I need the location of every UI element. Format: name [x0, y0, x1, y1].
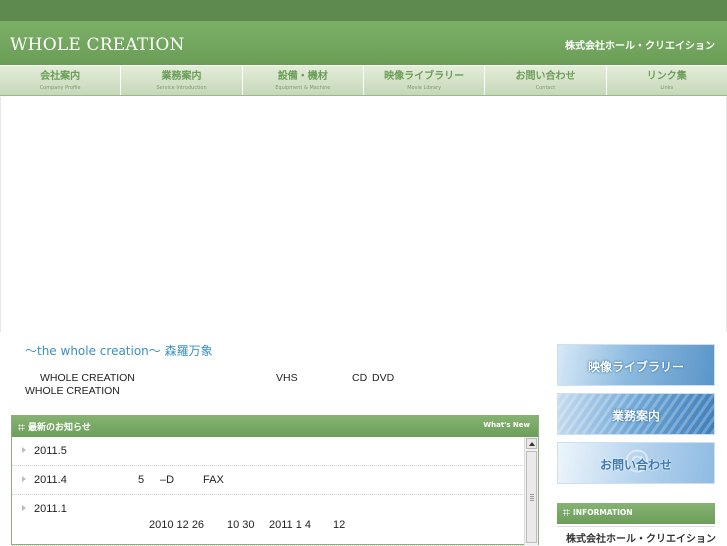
- news-text: –D: [160, 474, 175, 486]
- nav-item-service[interactable]: 業務案内 Service Introduction: [121, 66, 243, 95]
- news-text: 12: [333, 519, 346, 531]
- news-text: 2011 1 4: [269, 519, 312, 531]
- bullet-icon: [22, 476, 26, 482]
- banner-service[interactable]: 業務案内: [557, 393, 715, 435]
- nav-label: リンク集: [646, 71, 687, 82]
- nav-sublabel: Contact: [535, 85, 556, 91]
- nav-sublabel: Service Introduction: [156, 85, 207, 91]
- banner-movie-library[interactable]: 映像ライブラリー: [557, 344, 715, 386]
- banner-label: お問い合わせ: [599, 458, 672, 472]
- nav-label: 会社案内: [40, 71, 81, 82]
- nav-item-contact[interactable]: お問い合わせ Contact: [485, 66, 607, 95]
- nav-sublabel: Company Profile: [39, 85, 81, 91]
- news-item: 2011.4 5 –D FAX: [12, 466, 525, 495]
- top-bar: [0, 0, 727, 21]
- site-logo[interactable]: WHOLE CREATION: [10, 35, 185, 55]
- news-text: FAX: [203, 474, 224, 486]
- information-header: INFORMATION: [557, 503, 715, 524]
- news-header: 最新のお知らせ What's New: [12, 416, 538, 437]
- intro-text-fragment: VHS: [276, 372, 298, 384]
- news-scrollbar[interactable]: [524, 437, 538, 546]
- intro-text: WHOLE CREATION VHS CD DVD WHOLE CREATION: [25, 372, 535, 398]
- news-text: 5: [138, 474, 145, 486]
- nav-label: 業務案内: [161, 71, 202, 82]
- scroll-up-arrow-icon[interactable]: [526, 438, 537, 449]
- intro-text-fragment: CD: [352, 372, 368, 384]
- nav-sublabel: Movie Library: [407, 85, 442, 91]
- tagline: 〜the whole creation〜 森羅万象: [25, 344, 213, 358]
- bullet-icon: [22, 505, 26, 511]
- intro-text-fragment: WHOLE CREATION: [40, 372, 135, 384]
- intro-text-fragment: DVD: [372, 372, 395, 384]
- hero-area: [0, 97, 727, 332]
- site-header: WHOLE CREATION 株式会社ホール・クリエイション: [0, 21, 727, 65]
- news-title-en: What's New: [483, 421, 530, 429]
- news-date: 2011.1: [34, 503, 67, 515]
- divider: [557, 526, 715, 527]
- main-nav: 会社案内 Company Profile 業務案内 Service Introd…: [0, 65, 727, 96]
- company-name: 株式会社ホール・クリエイション: [565, 41, 715, 52]
- nav-label: お問い合わせ: [515, 71, 576, 82]
- news-panel: 最新のお知らせ What's New 2011.5 2011.4 5 –D FA…: [11, 415, 539, 546]
- grid-icon: [18, 424, 25, 431]
- news-item: 2011.5: [12, 437, 525, 466]
- intro-text-fragment: WHOLE CREATION: [25, 385, 120, 397]
- information-title: INFORMATION: [573, 508, 633, 517]
- grid-icon: [563, 509, 570, 516]
- news-list: 2011.5 2011.4 5 –D FAX 2011.1 2010 12 26…: [12, 437, 525, 546]
- news-item: 2011.1 2010 12 26 10 30 2011 1 4 12: [12, 495, 525, 546]
- nav-item-movie-library[interactable]: 映像ライブラリー Movie Library: [364, 66, 486, 95]
- news-date: 2011.4: [34, 474, 67, 486]
- bullet-icon: [22, 447, 26, 453]
- news-text: 2010 12 26: [149, 519, 205, 531]
- nav-item-equipment[interactable]: 設備・機材 Equipment & Machine: [243, 66, 364, 95]
- banner-label: 業務案内: [611, 409, 660, 423]
- nav-sublabel: Links: [660, 85, 674, 91]
- information-company: 株式会社ホール・クリエイション: [566, 534, 716, 545]
- banner-label: 映像ライブラリー: [587, 360, 684, 374]
- scroll-thumb[interactable]: [526, 451, 537, 543]
- nav-item-links[interactable]: リンク集 Links: [607, 66, 727, 95]
- news-date: 2011.5: [34, 445, 67, 457]
- nav-sublabel: Equipment & Machine: [275, 85, 331, 91]
- news-text: 10 30: [227, 519, 255, 531]
- nav-item-company[interactable]: 会社案内 Company Profile: [0, 66, 122, 95]
- news-title: 最新のお知らせ: [28, 423, 91, 433]
- banner-contact[interactable]: @ お問い合わせ: [557, 442, 715, 484]
- nav-label: 映像ライブラリー: [384, 71, 465, 82]
- nav-label: 設備・機材: [277, 71, 328, 82]
